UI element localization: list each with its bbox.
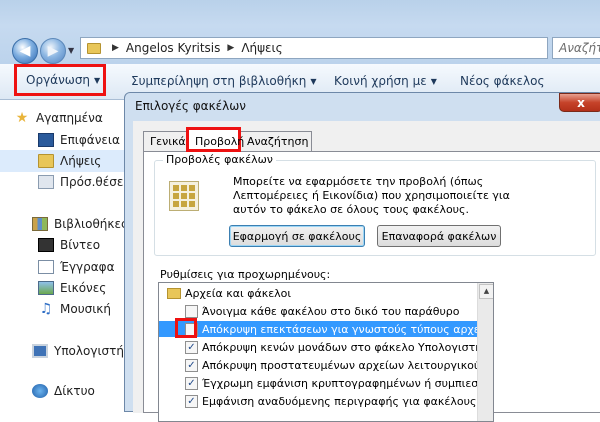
reset-folders-button[interactable]: Επαναφορά φακέλων — [377, 225, 501, 247]
setting-row[interactable]: ✓ Εμφάνιση αναδυόμενης περιγραφής για φα… — [159, 393, 477, 409]
sidebar-item-label: Υπολογιστής — [54, 344, 130, 358]
checkbox-checked[interactable]: ✓ — [185, 394, 198, 408]
sidebar-item-label: Επιφάνεια ε — [60, 133, 130, 147]
setting-label: Έγχρωμη εμφάνιση κρυπτογραφημένων ή συμπ… — [202, 376, 477, 390]
dialog-body: Γενικά Αναζήτηση Προβολές φακέλων Μπορεί… — [133, 121, 600, 422]
chevron-down-icon: ▼ — [94, 76, 101, 85]
star-icon: ★ — [15, 110, 29, 126]
sidebar-item-libraries[interactable]: Βιβλιοθήκες — [0, 213, 130, 235]
setting-row[interactable]: ✓ Έγχρωμη εμφάνιση κρυπτογραφημένων ή συ… — [159, 375, 477, 391]
setting-row[interactable]: ✓ Απόκρυψη κενών μονάδων στο φάκελο Υπολ… — [159, 339, 477, 355]
sidebar-item-label: Δίκτυο — [54, 384, 95, 398]
checkbox[interactable] — [185, 304, 198, 318]
apply-to-folders-button[interactable]: Εφαρμογή σε φακέλους — [229, 225, 365, 247]
folder-icon — [167, 287, 181, 299]
dialog-title: Επιλογές φακέλων — [135, 99, 246, 113]
organize-button[interactable]: Οργάνωση ▼ — [14, 64, 106, 96]
sidebar-item-label: Λήψεις — [60, 154, 102, 168]
vertical-scrollbar[interactable]: ▲ — [477, 283, 493, 421]
include-in-library-label: Συμπερίληψη στη βιβλιοθήκη — [131, 74, 307, 88]
tab-general[interactable]: Γενικά — [143, 131, 187, 151]
search-input[interactable]: Αναζήτ — [552, 37, 600, 59]
share-with-button[interactable]: Κοινή χρήση με ▼ — [334, 74, 437, 88]
folder-views-group: Προβολές φακέλων Μπορείτε να εφαρμόσετε … — [154, 153, 596, 256]
checkbox-checked[interactable]: ✓ — [185, 340, 198, 354]
folder-views-label: Προβολές φακέλων — [163, 153, 276, 166]
setting-row-hide-extensions[interactable]: Απόκρυψη επεκτάσεων για γνωστούς τύπους … — [159, 321, 477, 337]
computer-icon — [32, 344, 48, 358]
setting-label: Απόκρυψη προστατευμένων αρχείων λειτουργ… — [202, 358, 477, 372]
share-with-label: Κοινή χρήση με — [334, 74, 427, 88]
breadcrumb-separator-icon[interactable]: ▶ — [112, 43, 119, 53]
sidebar-item-pictures[interactable]: Εικόνες — [0, 277, 130, 299]
breadcrumb-item[interactable]: Angelos Kyritsis — [126, 41, 220, 55]
music-icon: ♫ — [39, 301, 53, 317]
setting-row[interactable]: Άνοιγμα κάθε φακέλου στο δικό του παράθυ… — [159, 303, 477, 319]
sidebar-item-favorites[interactable]: ★ Αγαπημένα — [0, 107, 130, 129]
address-bar[interactable]: ▶ Angelos Kyritsis ▶ Λήψεις — [80, 37, 548, 59]
forward-arrow-icon[interactable]: ▶ — [40, 38, 66, 64]
setting-label: Άνοιγμα κάθε φακέλου στο δικό του παράθυ… — [202, 304, 460, 318]
sidebar-item-label: Έγγραφα — [60, 260, 115, 274]
setting-row[interactable]: ✓ Απόκρυψη προστατευμένων αρχείων λειτου… — [159, 357, 477, 373]
highlight-annotation — [175, 318, 197, 338]
folder-views-icon — [169, 181, 199, 211]
downloads-folder-icon — [38, 154, 54, 168]
recent-places-icon — [38, 175, 54, 189]
desktop-icon — [38, 133, 54, 147]
sidebar-item-label: Εικόνες — [60, 281, 107, 295]
back-arrow-icon[interactable]: ◀ — [12, 38, 38, 64]
recent-pages-chevron-icon[interactable]: ▼ — [68, 46, 74, 55]
sidebar-item-music[interactable]: ♫ Μουσική — [0, 298, 130, 320]
chevron-down-icon: ▼ — [430, 77, 437, 86]
checkbox-checked[interactable]: ✓ — [185, 376, 198, 390]
setting-label: Απόκρυψη κενών μονάδων στο φάκελο Υπολογ… — [202, 340, 477, 354]
folder-options-dialog: Επιλογές φακέλων x Γενικά Αναζήτηση Προβ… — [124, 92, 600, 422]
sidebar-item-documents[interactable]: Έγγραφα — [0, 256, 130, 278]
sidebar-item-videos[interactable]: Βίντεο — [0, 234, 130, 256]
folder-views-description: Μπορείτε να εφαρμόσετε την προβολή (όπως… — [233, 175, 510, 216]
view-tab-panel: Προβολές φακέλων Μπορείτε να εφαρμόσετε … — [143, 151, 600, 422]
sidebar-item-downloads[interactable]: Λήψεις — [0, 150, 130, 172]
setting-label: Εμφάνιση αναδυόμενης περιγραφής για φακέ… — [202, 394, 477, 408]
breadcrumb-item[interactable]: Λήψεις — [241, 41, 282, 55]
documents-icon — [38, 260, 54, 274]
breadcrumb-separator-icon[interactable]: ▶ — [227, 43, 234, 53]
close-icon[interactable]: x — [559, 93, 600, 112]
sidebar-item-computer[interactable]: Υπολογιστής — [0, 340, 130, 362]
include-in-library-button[interactable]: Συμπερίληψη στη βιβλιοθήκη ▼ — [131, 74, 317, 88]
videos-icon — [38, 238, 54, 252]
navigation-pane: ★ Αγαπημένα Επιφάνεια ε Λήψεις Πρόσ.θέσε… — [0, 100, 130, 404]
sidebar-item-label: Πρόσ.θέσεις — [60, 175, 130, 189]
libraries-icon — [32, 217, 48, 231]
folder-icon — [87, 42, 101, 54]
sidebar-item-label: Μουσική — [60, 302, 111, 316]
pictures-icon — [38, 281, 54, 295]
setting-label: Αρχεία και φάκελοι — [185, 286, 292, 300]
tab-view[interactable]: Προβολή — [186, 127, 244, 152]
setting-label: Απόκρυψη επεκτάσεων για γνωστούς τύπους … — [202, 322, 477, 336]
sidebar-item-label: Βιβλιοθήκες — [54, 217, 129, 231]
advanced-settings-list[interactable]: Αρχεία και φάκελοι Άνοιγμα κάθε φακέλου … — [158, 282, 494, 422]
sidebar-item-label: Αγαπημένα — [36, 111, 103, 125]
explorer-titlebar: ◀ ▶ ▼ ▶ Angelos Kyritsis ▶ Λήψεις Αναζήτ — [0, 0, 600, 64]
sidebar-item-network[interactable]: Δίκτυο — [0, 380, 130, 402]
sidebar-item-recent-places[interactable]: Πρόσ.θέσεις — [0, 171, 130, 193]
tab-search[interactable]: Αναζήτηση — [240, 131, 312, 151]
checkbox-checked[interactable]: ✓ — [185, 358, 198, 372]
new-folder-button[interactable]: Νέος φάκελος — [460, 74, 545, 88]
network-icon — [32, 384, 48, 398]
scroll-up-arrow-icon[interactable]: ▲ — [479, 284, 493, 299]
advanced-settings-label: Ρυθμίσεις για προχωρημένους: — [160, 268, 331, 281]
organize-label: Οργάνωση — [26, 73, 91, 87]
settings-category[interactable]: Αρχεία και φάκελοι — [159, 285, 477, 301]
sidebar-item-desktop[interactable]: Επιφάνεια ε — [0, 129, 130, 151]
sidebar-item-label: Βίντεο — [60, 238, 101, 252]
chevron-down-icon: ▼ — [310, 77, 317, 86]
